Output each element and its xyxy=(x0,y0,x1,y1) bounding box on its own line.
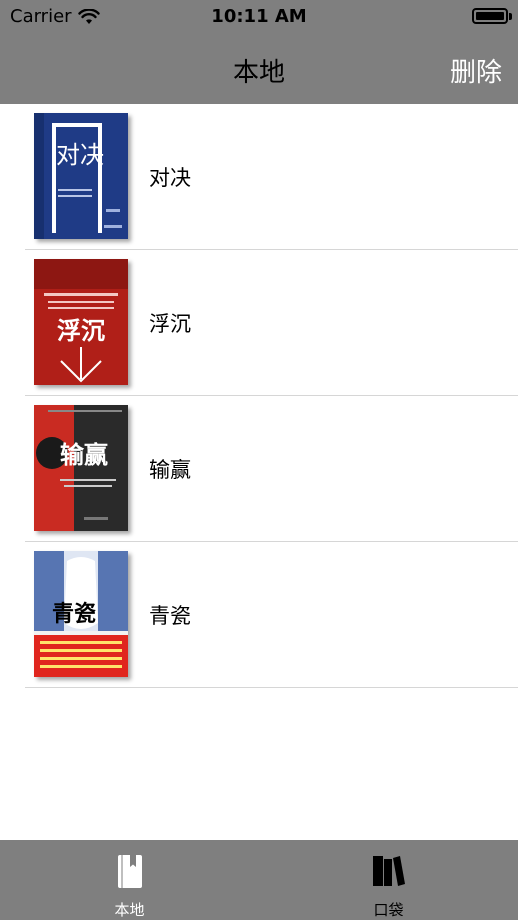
battery-icon xyxy=(472,8,512,24)
list-item[interactable]: 对决 对决 xyxy=(25,104,518,250)
delete-button[interactable]: 删除 xyxy=(450,52,502,89)
book-cover: 浮沉 xyxy=(34,259,128,385)
book-cover: 对决 xyxy=(34,113,128,239)
book-cover: 输赢 xyxy=(34,405,128,531)
tab-pocket[interactable]: 口袋 xyxy=(259,840,518,920)
book-title: 对决 xyxy=(149,166,191,190)
book-title: 输赢 xyxy=(149,458,191,482)
cover-title: 青瓷 xyxy=(52,602,96,627)
book-title: 浮沉 xyxy=(149,312,191,336)
books-shelf-icon xyxy=(372,854,406,892)
book-list: 对决 对决 浮沉 浮沉 输赢 输赢 青瓷 青瓷 xyxy=(0,104,518,688)
book-title: 青瓷 xyxy=(149,604,191,628)
book-icon xyxy=(116,854,144,894)
tab-pocket-label: 口袋 xyxy=(373,901,404,919)
list-item[interactable]: 浮沉 浮沉 xyxy=(25,250,518,396)
cover-title: 输赢 xyxy=(60,441,108,469)
tab-bar: 本地 口袋 xyxy=(0,840,518,920)
app-screen: Carrier 10:11 AM 本地 删除 对决 对决 浮沉 浮沉 输赢 输赢… xyxy=(0,0,518,920)
tab-local-label: 本地 xyxy=(114,901,145,919)
list-item[interactable]: 输赢 输赢 xyxy=(25,396,518,542)
cover-title: 对决 xyxy=(56,141,104,169)
status-bar: Carrier 10:11 AM xyxy=(0,0,518,34)
book-cover: 青瓷 xyxy=(34,551,128,677)
battery-fill xyxy=(476,12,504,20)
cover-title: 浮沉 xyxy=(57,317,105,345)
top-bar: Carrier 10:11 AM 本地 删除 xyxy=(0,0,518,104)
status-time: 10:11 AM xyxy=(211,6,307,27)
tab-local[interactable]: 本地 xyxy=(0,840,259,920)
navigation-bar: 本地 删除 xyxy=(0,40,518,104)
page-title: 本地 xyxy=(232,58,285,88)
list-item[interactable]: 青瓷 青瓷 xyxy=(25,542,518,688)
